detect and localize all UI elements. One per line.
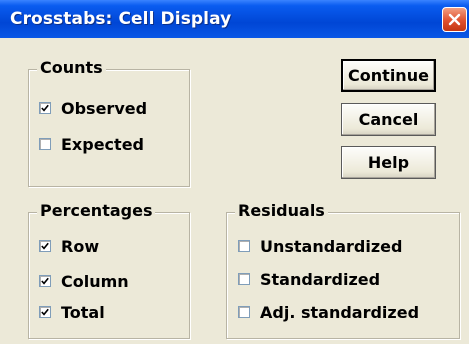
unstandardized-label: Unstandardized [260, 236, 403, 256]
total-checkbox[interactable] [39, 306, 51, 318]
standardized-checkbox-row[interactable]: Standardized [238, 268, 380, 290]
percentages-legend: Percentages [37, 201, 156, 221]
row-checkbox[interactable] [39, 240, 51, 252]
close-icon [448, 13, 461, 26]
counts-group: Counts [28, 58, 190, 187]
total-checkbox-row[interactable]: Total [39, 301, 105, 323]
expected-checkbox[interactable] [39, 138, 51, 150]
checkmark-icon [41, 308, 49, 316]
window-title: Crosstabs: Cell Display [10, 9, 232, 29]
column-checkbox[interactable] [39, 275, 51, 287]
close-button[interactable] [442, 7, 467, 32]
residuals-legend: Residuals [235, 201, 328, 221]
counts-legend: Counts [37, 58, 106, 78]
total-label: Total [61, 302, 105, 322]
adj-standardized-checkbox-row[interactable]: Adj. standardized [238, 301, 419, 323]
expected-checkbox-row[interactable]: Expected [39, 133, 144, 155]
cancel-button[interactable]: Cancel [341, 103, 436, 136]
expected-label: Expected [61, 134, 144, 154]
title-bar[interactable]: Crosstabs: Cell Display [0, 0, 469, 38]
help-button[interactable]: Help [341, 146, 436, 179]
standardized-checkbox[interactable] [238, 273, 250, 285]
row-label: Row [61, 236, 100, 256]
checkmark-icon [41, 104, 49, 112]
observed-checkbox-row[interactable]: Observed [39, 97, 147, 119]
checkmark-icon [41, 277, 49, 285]
column-checkbox-row[interactable]: Column [39, 270, 129, 292]
observed-checkbox[interactable] [39, 102, 51, 114]
unstandardized-checkbox-row[interactable]: Unstandardized [238, 235, 402, 257]
checkmark-icon [41, 242, 49, 250]
adj-standardized-label: Adj. standardized [260, 302, 420, 322]
row-checkbox-row[interactable]: Row [39, 235, 99, 257]
adj-standardized-checkbox[interactable] [238, 306, 250, 318]
standardized-label: Standardized [260, 269, 381, 289]
unstandardized-checkbox[interactable] [238, 240, 250, 252]
column-label: Column [61, 271, 129, 291]
continue-button[interactable]: Continue [341, 59, 436, 92]
observed-label: Observed [61, 98, 148, 118]
